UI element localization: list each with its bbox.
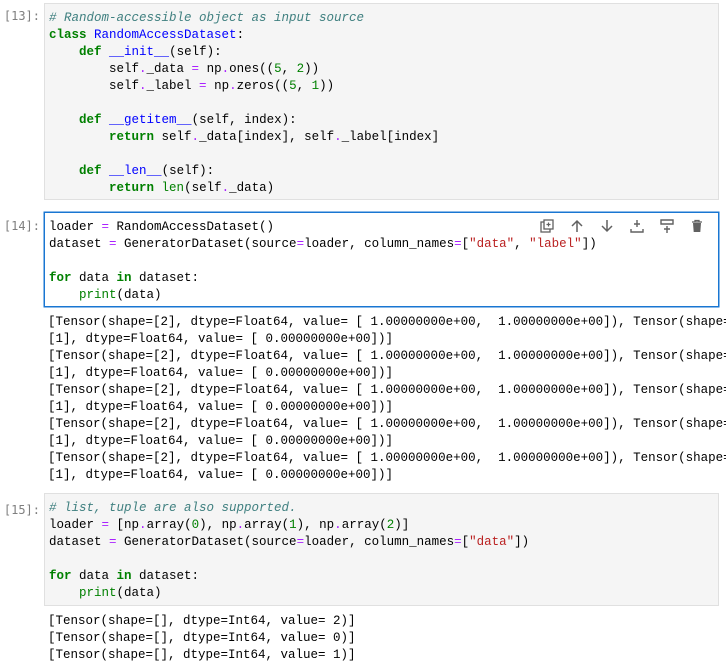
output-line: [Tensor(shape=[], dtype=Int64, value= 1)… bbox=[48, 648, 356, 662]
insert-above-icon[interactable] bbox=[622, 217, 652, 235]
output-line: [Tensor(shape=[2], dtype=Float64, value=… bbox=[48, 383, 726, 397]
output-line: [Tensor(shape=[2], dtype=Float64, value=… bbox=[48, 451, 726, 465]
insert-below-icon[interactable] bbox=[652, 217, 682, 235]
code-cell-13[interactable]: # Random-accessible object as input sour… bbox=[44, 3, 719, 200]
output-line: [Tensor(shape=[2], dtype=Float64, value=… bbox=[48, 315, 726, 329]
output-line: [1], dtype=Float64, value= [ 0.00000000e… bbox=[48, 400, 394, 414]
cell-14-prompt: [14]: bbox=[3, 219, 40, 233]
code-cell-14[interactable]: loader = RandomAccessDataset() dataset =… bbox=[44, 212, 719, 307]
cell-13-prompt: [13]: bbox=[3, 9, 40, 23]
cell-15-output: [Tensor(shape=[], dtype=Int64, value= 2)… bbox=[48, 613, 356, 664]
cell-15-prompt: [15]: bbox=[3, 503, 40, 517]
output-line: [1], dtype=Float64, value= [ 0.00000000e… bbox=[48, 434, 394, 448]
code-comment: # Random-accessible object as input sour… bbox=[49, 11, 365, 25]
code-comment: # list, tuple are also supported. bbox=[49, 501, 297, 515]
output-line: [1], dtype=Float64, value= [ 0.00000000e… bbox=[48, 366, 394, 380]
cell-toolbar bbox=[532, 217, 712, 235]
code-cell-15-source[interactable]: # list, tuple are also supported. loader… bbox=[45, 494, 718, 602]
delete-icon[interactable] bbox=[682, 217, 712, 235]
code-cell-15[interactable]: # list, tuple are also supported. loader… bbox=[44, 493, 719, 606]
cell-14-output: [Tensor(shape=[2], dtype=Float64, value=… bbox=[48, 314, 726, 484]
output-line: [Tensor(shape=[], dtype=Int64, value= 2)… bbox=[48, 614, 356, 628]
output-line: [Tensor(shape=[], dtype=Int64, value= 0)… bbox=[48, 631, 356, 645]
duplicate-icon[interactable] bbox=[532, 217, 562, 235]
code-cell-13-source[interactable]: # Random-accessible object as input sour… bbox=[45, 4, 718, 197]
output-line: [1], dtype=Float64, value= [ 0.00000000e… bbox=[48, 332, 394, 346]
output-line: [Tensor(shape=[2], dtype=Float64, value=… bbox=[48, 349, 726, 363]
output-line: [Tensor(shape=[2], dtype=Float64, value=… bbox=[48, 417, 726, 431]
move-down-icon[interactable] bbox=[592, 217, 622, 235]
output-line: [1], dtype=Float64, value= [ 0.00000000e… bbox=[48, 468, 394, 482]
move-up-icon[interactable] bbox=[562, 217, 592, 235]
